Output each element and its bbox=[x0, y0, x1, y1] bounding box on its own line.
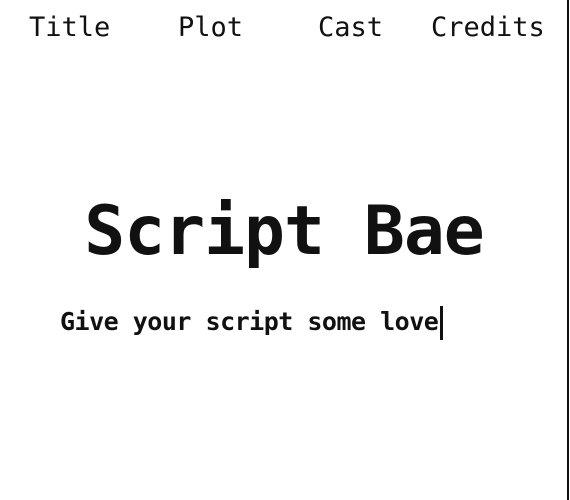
nav-link-credits[interactable]: Credits bbox=[431, 10, 545, 46]
brand-title: Script Bae bbox=[84, 192, 484, 271]
tagline-row: Give your script some love bbox=[60, 304, 444, 340]
hero-section: Script Bae bbox=[0, 190, 568, 274]
top-navigation: Title Plot Cast Credits bbox=[0, 10, 568, 50]
nav-link-plot[interactable]: Plot bbox=[178, 10, 243, 46]
nav-link-title[interactable]: Title bbox=[29, 10, 110, 46]
text-cursor bbox=[440, 306, 444, 340]
tagline-text: Give your script some love bbox=[60, 307, 439, 336]
nav-link-cast[interactable]: Cast bbox=[318, 10, 383, 46]
